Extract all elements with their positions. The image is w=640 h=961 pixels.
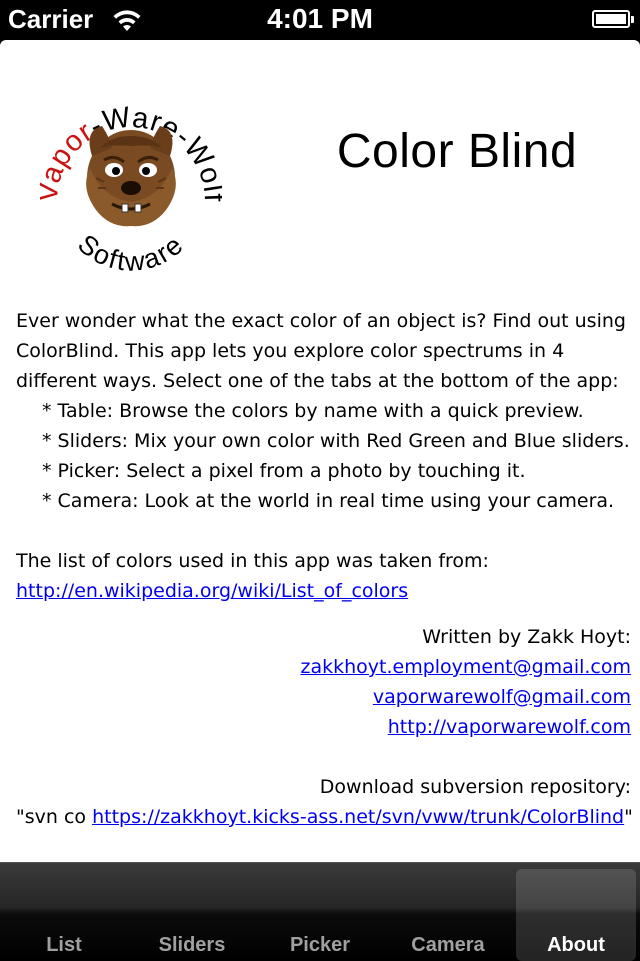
email-link-vaporwarewolf[interactable]: vaporwarewolf@gmail.com: [373, 686, 631, 708]
battery-icon: [592, 10, 634, 28]
tab-picker[interactable]: Picker: [256, 863, 384, 961]
wikipedia-link[interactable]: http://en.wikipedia.org/wiki/List_of_col…: [16, 580, 408, 602]
svn-command: "svn co https://zakkhoyt.kicks-ass.net/s…: [16, 802, 633, 832]
bullet-table: * Table: Browse the colors by name with …: [42, 400, 584, 422]
status-time: 4:01 PM: [267, 3, 373, 34]
app-title: Color Blind: [336, 125, 578, 178]
about-content: Vapor-Ware-Wolf Software Color Blind: [0, 40, 640, 862]
tab-list-label: List: [46, 934, 82, 956]
status-bar: Carrier 4:01 PM: [0, 0, 640, 40]
tab-picker-label: Picker: [289, 934, 351, 956]
tab-camera-label: Camera: [411, 934, 485, 956]
credits: Written by Zakk Hoyt: zakkhoyt.employmen…: [16, 622, 633, 832]
vapor-ware-wolf-logo: Vapor-Ware-Wolf Software: [40, 101, 222, 274]
repository-label: Download subversion repository:: [319, 776, 631, 798]
bullet-sliders: * Sliders: Mix your own color with Red G…: [42, 430, 630, 452]
written-by-label: Written by Zakk Hoyt:: [422, 626, 631, 648]
svn-repository-link[interactable]: https://zakkhoyt.kicks-ass.net/svn/vww/t…: [92, 806, 624, 828]
bullet-picker: * Picker: Select a pixel from a photo by…: [42, 460, 526, 482]
source-text: The list of colors used in this app was …: [16, 550, 489, 572]
website-link[interactable]: http://vaporwarewolf.com: [388, 716, 631, 738]
tab-list[interactable]: List: [0, 863, 128, 961]
tab-about-label: About: [547, 934, 605, 956]
svn-suffix: ": [624, 806, 633, 828]
svn-prefix: "svn co: [16, 806, 93, 828]
tab-camera[interactable]: Camera: [384, 863, 512, 961]
about-description: Ever wonder what the exact color of an o…: [16, 306, 633, 832]
bullet-camera: * Camera: Look at the world in real time…: [42, 490, 615, 512]
email-link-employment[interactable]: zakkhoyt.employment@gmail.com: [300, 656, 631, 678]
wolf-face-icon: [86, 126, 176, 227]
intro-text: Ever wonder what the exact color of an o…: [16, 310, 626, 392]
tab-about[interactable]: About: [512, 863, 640, 961]
tab-bar: List Sliders Picker Camera About: [0, 862, 640, 961]
tab-sliders[interactable]: Sliders: [128, 863, 256, 961]
tab-sliders-label: Sliders: [158, 934, 226, 956]
svg-text:Software: Software: [72, 229, 190, 274]
